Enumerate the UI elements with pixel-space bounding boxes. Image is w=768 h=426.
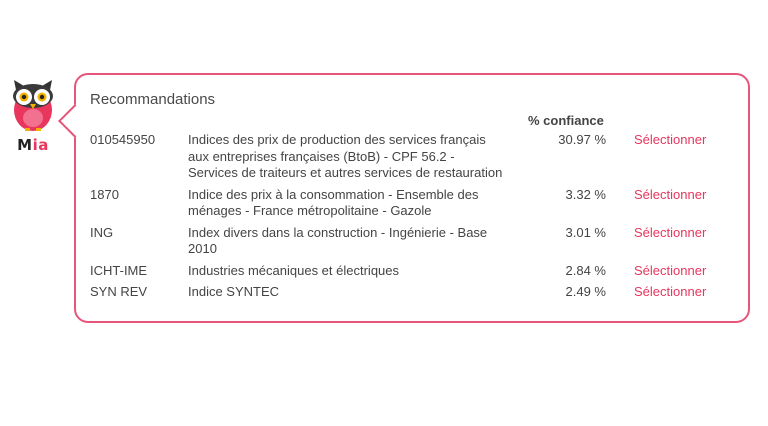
- item-code: 1870: [90, 186, 119, 202]
- speech-bubble-tail: [58, 104, 92, 138]
- item-confidence: 3.01 %: [565, 224, 606, 240]
- list-item: ING Index divers dans la construction - …: [90, 225, 740, 258]
- confidence-column-header: % confiance: [528, 113, 604, 128]
- item-confidence: 30.97 %: [558, 132, 606, 147]
- select-link[interactable]: Sélectionner: [634, 132, 706, 149]
- item-label: Index divers dans la construction - Ingé…: [188, 224, 488, 257]
- card-title: Recommandations: [90, 91, 216, 108]
- item-label: Indice des prix à la consommation - Ense…: [188, 186, 479, 219]
- item-confidence: 3.32 %: [565, 186, 606, 202]
- owl-icon: Mia: [8, 80, 58, 158]
- select-link[interactable]: Sélectionner: [634, 187, 706, 204]
- item-code: 010545950: [90, 132, 156, 147]
- list-item: 1870 Indice des prix à la consommation -…: [90, 187, 740, 220]
- recommendations-list: 010545950 Indices des prix de production…: [90, 132, 740, 306]
- item-label: Industries mécaniques et électriques: [188, 262, 400, 278]
- recommendations-card: Recommandations % confiance 010545950 In…: [58, 73, 750, 323]
- item-confidence: 2.84 %: [565, 262, 606, 278]
- brand-logo: Mia: [17, 136, 49, 154]
- list-item: ICHT-IME Industries mécaniques et électr…: [90, 263, 740, 280]
- select-link[interactable]: Sélectionner: [634, 225, 706, 242]
- item-confidence: 2.49 %: [565, 284, 606, 299]
- page: Mia Recommandations % confiance 01054595…: [0, 0, 768, 426]
- item-label: Indice SYNTEC: [188, 284, 280, 299]
- item-label: Indices des prix de production des servi…: [188, 132, 503, 180]
- select-link[interactable]: Sélectionner: [634, 284, 706, 301]
- item-code: ICHT-IME: [90, 262, 148, 278]
- list-item: SYN REV Indice SYNTEC 2.49 % Sélectionne…: [90, 284, 740, 301]
- item-code: SYN REV: [90, 284, 148, 299]
- item-code: ING: [90, 224, 114, 240]
- select-link[interactable]: Sélectionner: [634, 263, 706, 280]
- list-item: 010545950 Indices des prix de production…: [90, 132, 740, 182]
